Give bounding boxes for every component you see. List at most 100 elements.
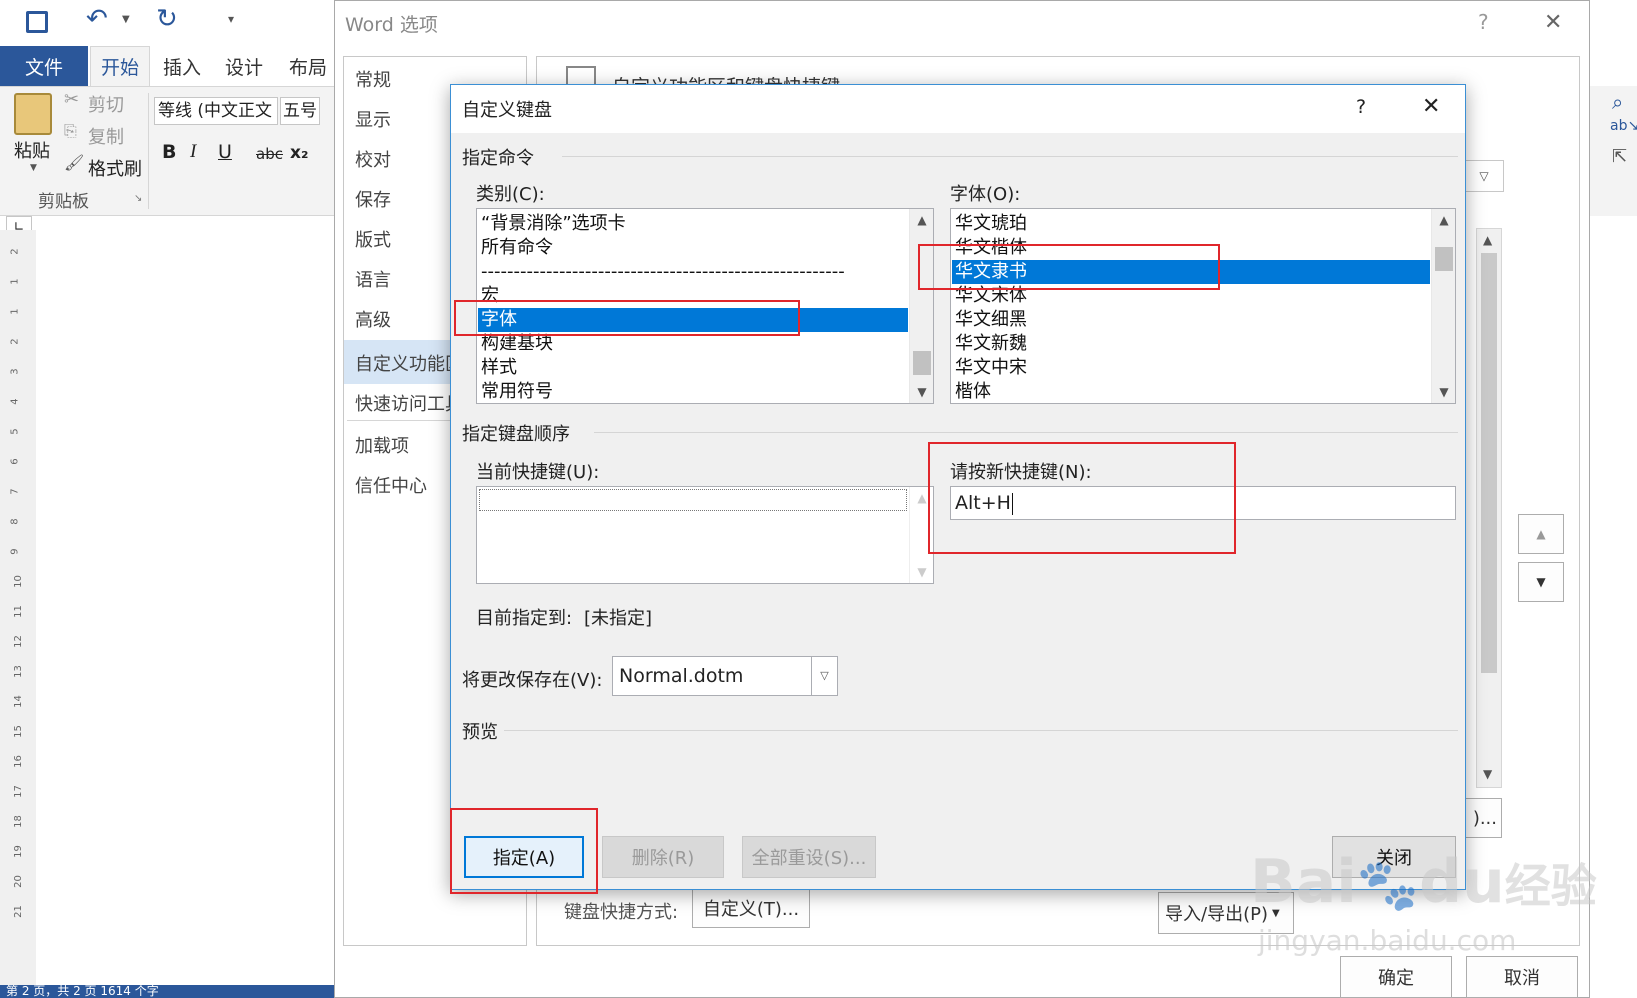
list-item[interactable]: ----------------------------------------… xyxy=(481,260,891,284)
ruler-number: 2 xyxy=(9,338,21,345)
nav-item-customize-ribbon[interactable]: 自定义功能区 xyxy=(355,350,463,376)
format-painter-button[interactable]: 格式刷 xyxy=(88,155,142,181)
vertical-ruler: 2 1 1 2 3 4 5 6 7 8 9 10 11 12 13 14 15 16 17 18 19 20 21 xyxy=(0,230,36,998)
scroll-thumb[interactable] xyxy=(1435,247,1453,271)
list-item[interactable]: “背景消除”选项卡 xyxy=(481,212,626,236)
nav-item-layout[interactable]: 版式 xyxy=(355,226,391,252)
ruler-number: 2 xyxy=(9,248,21,255)
italic-button[interactable]: I xyxy=(190,141,196,163)
paste-icon[interactable] xyxy=(14,93,52,135)
ruler-number: 1 xyxy=(9,278,21,285)
undo-icon[interactable]: ↶ xyxy=(86,4,108,34)
move-down-button[interactable]: ▼ xyxy=(1518,562,1564,602)
scroll-up-icon[interactable]: ▲ xyxy=(910,209,933,231)
highlight-box-new-key xyxy=(928,442,1236,554)
list-item[interactable]: 华文琥珀 xyxy=(955,212,1027,236)
word-options-help-button[interactable]: ? xyxy=(1478,10,1489,34)
font-size-select[interactable]: 五号 xyxy=(280,97,320,125)
undo-dropdown-icon[interactable]: ▼ xyxy=(122,14,130,25)
paste-dropdown-icon[interactable]: ▼ xyxy=(30,163,37,173)
list-item[interactable]: 华文中宋 xyxy=(955,356,1027,380)
ok-button[interactable]: 确定 xyxy=(1340,956,1452,998)
scroll-up-icon[interactable]: ▲ xyxy=(1483,233,1492,247)
underline-button[interactable]: U xyxy=(218,141,232,163)
scroll-thumb[interactable] xyxy=(1481,253,1497,673)
cut-button[interactable]: 剪切 xyxy=(88,91,124,117)
remove-button: 删除(R) xyxy=(602,836,724,878)
scroll-down-icon: ▼ xyxy=(917,565,927,579)
current-keys-focus xyxy=(479,489,907,511)
right-tree-scrollbar[interactable]: ▲ ▼ xyxy=(1476,228,1502,788)
fonts-scrollbar[interactable]: ▲ ▼ xyxy=(1431,209,1455,403)
copy-button[interactable]: 复制 xyxy=(88,123,124,149)
scroll-down-icon[interactable]: ▼ xyxy=(1432,381,1455,403)
nav-item-advanced[interactable]: 高级 xyxy=(355,306,391,332)
tab-layout[interactable]: 布局 xyxy=(280,46,336,86)
save-in-label: 将更改保存在(V): xyxy=(462,670,603,691)
word-options-title: Word 选项 xyxy=(345,14,438,36)
save-icon[interactable] xyxy=(26,11,48,33)
subscript-button[interactable]: x₂ xyxy=(290,143,308,163)
paste-button[interactable]: 粘贴 xyxy=(14,137,50,163)
current-keys-list[interactable]: ▲ ▼ xyxy=(476,486,934,584)
nav-item-display[interactable]: 显示 xyxy=(355,106,391,132)
specify-sequence-heading: 指定键盘顺序 xyxy=(462,424,570,445)
tab-home[interactable]: 开始 xyxy=(90,46,150,86)
copy-icon: ⎘ xyxy=(64,121,77,140)
bold-button[interactable]: B xyxy=(162,141,176,163)
nav-item-language[interactable]: 语言 xyxy=(355,266,391,292)
watermark-logo: Bai🐾du经验 xyxy=(1250,850,1597,917)
customize-keyboard-button[interactable]: 自定义(T)... xyxy=(692,888,810,928)
fonts-label: 字体(O): xyxy=(950,184,1021,205)
list-item[interactable]: 样式 xyxy=(481,356,517,380)
tab-insert[interactable]: 插入 xyxy=(154,46,210,86)
nav-item-general[interactable]: 常规 xyxy=(355,66,391,92)
tab-design[interactable]: 设计 xyxy=(216,46,272,86)
scroll-down-icon[interactable]: ▼ xyxy=(910,381,933,403)
nav-item-proofing[interactable]: 校对 xyxy=(355,146,391,172)
customize-qat-icon[interactable]: ▾ xyxy=(228,12,234,26)
ruler-number: 17 xyxy=(12,785,24,798)
nav-item-trust-center[interactable]: 信任中心 xyxy=(355,472,427,498)
right-dropdown[interactable]: ▽ xyxy=(1464,160,1504,192)
cancel-button[interactable]: 取消 xyxy=(1466,956,1578,998)
save-in-select[interactable]: Normal.dotm ▽ xyxy=(612,656,838,696)
currently-assigned-label: 目前指定到: xyxy=(476,608,573,629)
scroll-thumb[interactable] xyxy=(913,351,931,375)
clipboard-launcher-icon[interactable]: ↘ xyxy=(134,193,142,204)
ruler-number: 21 xyxy=(12,905,24,918)
preview-sep xyxy=(504,730,1458,731)
kbd-close-button[interactable]: ✕ xyxy=(1422,94,1440,119)
nav-item-addins[interactable]: 加载项 xyxy=(355,432,409,458)
tab-file[interactable]: 文件 xyxy=(0,46,88,86)
move-up-button[interactable]: ▲ xyxy=(1518,514,1564,554)
replace-icon[interactable]: ab↘ xyxy=(1610,118,1637,134)
preview-heading: 预览 xyxy=(462,722,498,743)
list-item[interactable]: 华文细黑 xyxy=(955,308,1027,332)
kbd-help-button[interactable]: ? xyxy=(1356,96,1366,118)
format-painter-icon: 🖌 xyxy=(64,153,85,172)
ribbon-editing-group: ⌕ ab↘ ⇱ xyxy=(1590,86,1637,216)
specify-command-heading: 指定命令 xyxy=(462,148,534,169)
font-name-value: 等线 (中文正文 xyxy=(158,101,273,121)
ruler-number: 8 xyxy=(9,518,21,525)
right-side-button[interactable]: )... xyxy=(1460,798,1502,838)
strikethrough-button[interactable]: abc xyxy=(256,145,283,163)
list-item[interactable]: 楷体 xyxy=(955,380,991,403)
list-item[interactable]: 华文新魏 xyxy=(955,332,1027,356)
current-keys-label: 当前快捷键(U): xyxy=(476,462,600,483)
nav-item-save[interactable]: 保存 xyxy=(355,186,391,212)
find-icon[interactable]: ⌕ xyxy=(1612,90,1623,114)
font-name-select[interactable]: 等线 (中文正文 xyxy=(154,97,278,125)
list-item[interactable]: 常用符号 xyxy=(481,380,553,403)
scroll-down-icon[interactable]: ▼ xyxy=(1483,767,1492,781)
scroll-up-icon[interactable]: ▲ xyxy=(1432,209,1455,231)
select-icon[interactable]: ⇱ xyxy=(1612,146,1627,167)
categories-label: 类别(C): xyxy=(476,184,545,205)
word-options-close-button[interactable]: ✕ xyxy=(1544,10,1562,35)
redo-icon[interactable]: ↻ xyxy=(156,4,178,34)
categories-scrollbar[interactable]: ▲ ▼ xyxy=(909,209,933,403)
ruler-number: 13 xyxy=(12,665,24,678)
fonts-list[interactable]: 华文琥珀 华文楷体 华文隶书 华文宋体 华文细黑 华文新魏 华文中宋 楷体 ▲ … xyxy=(950,208,1456,404)
list-item[interactable]: 所有命令 xyxy=(481,236,553,260)
